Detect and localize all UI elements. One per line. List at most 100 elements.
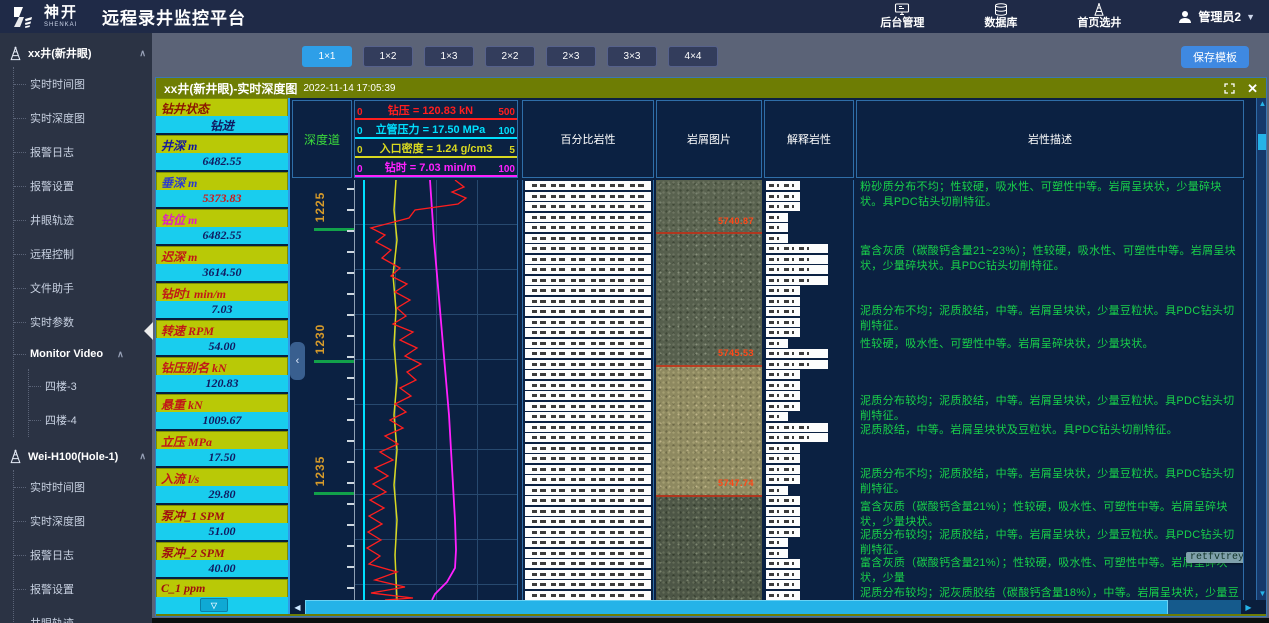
lithology-dash — [769, 478, 779, 481]
derrick-icon — [8, 449, 23, 464]
sidebar-item-报警设置[interactable]: 报警设置 — [14, 169, 152, 203]
cuttings-photo-section — [656, 495, 762, 600]
parameter-label: 钻位 m — [156, 209, 288, 227]
lithology-dash — [571, 583, 585, 586]
layout-tab-1×2[interactable]: 1×2 — [363, 46, 413, 67]
sidebar-item-远程控制[interactable]: 远程控制 — [14, 237, 152, 271]
lithology-dash — [784, 373, 794, 376]
lithology-dash — [532, 310, 546, 313]
layout-tab-1×1[interactable]: 1×1 — [302, 46, 352, 67]
user-menu[interactable]: 管理员2 ▼ — [1177, 8, 1255, 25]
lithology-dash — [551, 247, 565, 250]
interp-lithology-bar — [766, 381, 800, 390]
maximize-icon[interactable] — [1224, 83, 1235, 94]
sidebar-item-实时深度图[interactable]: 实时深度图 — [14, 504, 152, 538]
layout-tab-2×3[interactable]: 2×3 — [546, 46, 596, 67]
lithology-dash — [591, 405, 605, 408]
lithology-dash — [591, 384, 605, 387]
lithology-dash — [784, 258, 794, 261]
lithology-dash — [532, 426, 546, 429]
lithology-dash — [551, 279, 565, 282]
sidebar-item-报警日志[interactable]: 报警日志 — [14, 538, 152, 572]
video-group-header[interactable]: Monitor Video∧ — [14, 339, 152, 369]
percent-row — [525, 223, 651, 232]
horizontal-scroll-track[interactable] — [1168, 600, 1241, 615]
interp-lithology-bar — [766, 538, 788, 547]
parameter-box: 钻位 m6482.55 — [156, 209, 288, 246]
sidebar-item-实时时间图[interactable]: 实时时间图 — [14, 67, 152, 101]
sidebar-item-文件助手[interactable]: 文件助手 — [14, 271, 152, 305]
parameter-dropdown-button[interactable]: ▽ — [200, 598, 228, 612]
well-group-header[interactable]: Wei-H100(Hole-1)∧ — [0, 437, 152, 470]
lithology-dash — [769, 279, 779, 282]
scroll-right-arrow-icon[interactable]: ▶ — [1241, 600, 1256, 615]
cuttings-photo-section — [656, 365, 762, 495]
sidebar-item-实时时间图[interactable]: 实时时间图 — [14, 470, 152, 504]
vertical-scroll-thumb[interactable] — [1258, 134, 1266, 150]
nav-database[interactable]: 数据库 — [984, 3, 1017, 29]
interp-lithology-bar — [766, 297, 800, 306]
parameter-value: 51.00 — [156, 523, 288, 540]
lithology-dash — [532, 552, 546, 555]
lithology-dash — [591, 216, 605, 219]
window-titlebar[interactable]: xx井(新井眼)-实时深度图 2022-11-14 17:05:39 ✕ — [156, 78, 1266, 98]
layout-tab-2×2[interactable]: 2×2 — [485, 46, 535, 67]
lithology-dash — [630, 373, 644, 376]
lithology-dash — [769, 499, 779, 502]
percent-row — [525, 202, 651, 211]
video-item-四楼-3[interactable]: 四楼-3 — [29, 369, 152, 403]
user-avatar-icon — [1177, 9, 1193, 25]
video-item-四楼-4[interactable]: 四楼-4 — [29, 403, 152, 437]
lithology-dash — [551, 205, 565, 208]
lithology-dash — [571, 205, 585, 208]
lithology-dash — [799, 436, 809, 439]
sidebar-item-报警设置[interactable]: 报警设置 — [14, 572, 152, 606]
horizontal-scroll-thumb[interactable] — [305, 600, 1168, 615]
track-collapse-handle[interactable]: ‹ — [290, 342, 305, 380]
save-template-button[interactable]: 保存模板 — [1181, 46, 1249, 68]
well-tree: xx井(新井眼)∧实时时间图实时深度图报警日志报警设置井眼轨迹远程控制文件助手实… — [0, 33, 152, 623]
lithology-dash — [630, 426, 644, 429]
lithology-dash — [610, 363, 624, 366]
app-root: 神开 SHENKAI 远程录井监控平台 后台管理 数据库 首页选井 管理员2 ▼ — [0, 0, 1269, 623]
sidebar-item-井眼轨迹[interactable]: 井眼轨迹 — [14, 203, 152, 237]
sample-boundary-line — [656, 495, 762, 497]
lithology-dash — [610, 562, 624, 565]
close-icon[interactable]: ✕ — [1247, 82, 1258, 95]
curve-track — [354, 180, 518, 600]
parameter-box: 井深 m6482.55 — [156, 135, 288, 172]
sidebar: xx井(新井眼)∧实时时间图实时深度图报警日志报警设置井眼轨迹远程控制文件助手实… — [0, 33, 152, 623]
scroll-down-arrow-icon[interactable]: ▼ — [1257, 588, 1266, 600]
nav-home-well-select[interactable]: 首页选井 — [1077, 3, 1121, 29]
lithology-dash — [784, 247, 794, 250]
lithology-dash — [610, 405, 624, 408]
lithology-dash — [610, 268, 624, 271]
sidebar-item-井眼轨迹[interactable]: 井眼轨迹 — [14, 606, 152, 623]
layout-tab-1×3[interactable]: 1×3 — [424, 46, 474, 67]
sidebar-collapse-arrow[interactable] — [144, 322, 153, 340]
lithology-dash — [630, 321, 644, 324]
nav-backend-management[interactable]: 后台管理 — [880, 3, 924, 29]
scroll-left-arrow-icon[interactable]: ◀ — [290, 600, 305, 615]
percent-row — [525, 444, 651, 453]
lithology-dash — [630, 237, 644, 240]
parameter-value: 7.03 — [156, 301, 288, 318]
sidebar-item-实时深度图[interactable]: 实时深度图 — [14, 101, 152, 135]
sidebar-item-实时参数[interactable]: 实时参数 — [14, 305, 152, 339]
sidebar-item-报警日志[interactable]: 报警日志 — [14, 135, 152, 169]
percent-row — [525, 328, 651, 337]
percent-lithology-track — [522, 180, 654, 600]
well-group-header[interactable]: xx井(新井眼)∧ — [0, 33, 152, 67]
layout-tab-3×3[interactable]: 3×3 — [607, 46, 657, 67]
parameter-box: 泵冲_2 SPM40.00 — [156, 542, 288, 579]
lithology-dash — [630, 268, 644, 271]
parameter-box: 悬重 kN1009.67 — [156, 394, 288, 431]
scroll-up-arrow-icon[interactable]: ▲ — [1257, 98, 1266, 110]
well-name: Wei-H100(Hole-1) — [28, 451, 134, 463]
depth-label: 1235 — [313, 449, 327, 493]
layout-tab-4×4[interactable]: 4×4 — [668, 46, 718, 67]
lithology-dash — [769, 195, 779, 198]
lithology-dash — [591, 436, 605, 439]
lithology-dash — [551, 478, 565, 481]
lithology-dash — [551, 510, 565, 513]
